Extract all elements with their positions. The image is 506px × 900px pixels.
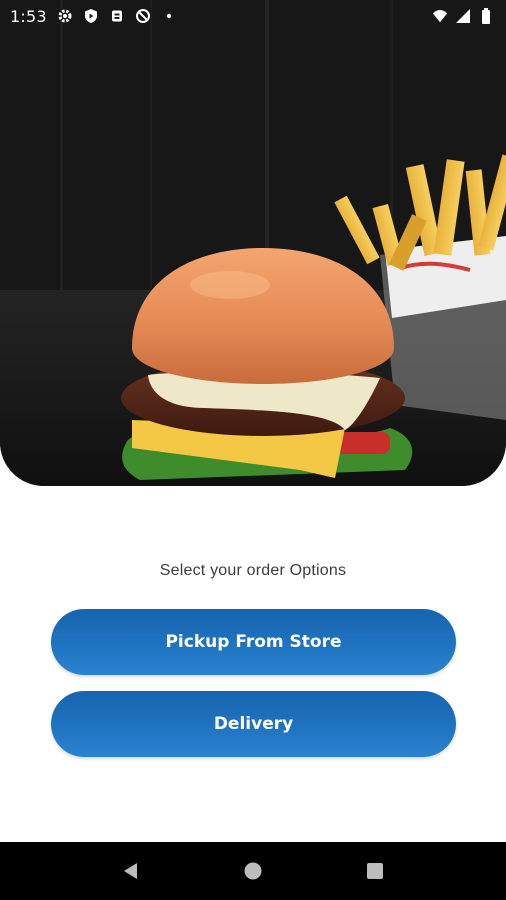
bug-report-icon [109, 8, 125, 24]
recents-icon [367, 863, 383, 879]
burger-fries-illustration [0, 0, 506, 486]
navigation-bar [0, 842, 506, 900]
pickup-from-store-button[interactable]: Pickup From Store [51, 609, 456, 675]
status-bar: 1:53 [0, 0, 506, 32]
hero-image [0, 0, 506, 486]
notification-dot-icon [161, 8, 177, 24]
status-time: 1:53 [10, 6, 47, 26]
recents-button[interactable] [355, 851, 395, 891]
settings-icon [57, 8, 73, 24]
back-icon [124, 863, 137, 879]
home-button[interactable] [233, 851, 273, 891]
signal-icon [455, 8, 471, 24]
wifi-icon [432, 8, 448, 24]
delivery-button[interactable]: Delivery [51, 691, 456, 757]
battery-icon [478, 8, 494, 24]
home-icon [244, 862, 262, 880]
no-sim-icon [135, 8, 151, 24]
back-button[interactable] [111, 851, 151, 891]
play-protect-icon [83, 8, 99, 24]
order-options-prompt: Select your order Options [159, 562, 347, 579]
